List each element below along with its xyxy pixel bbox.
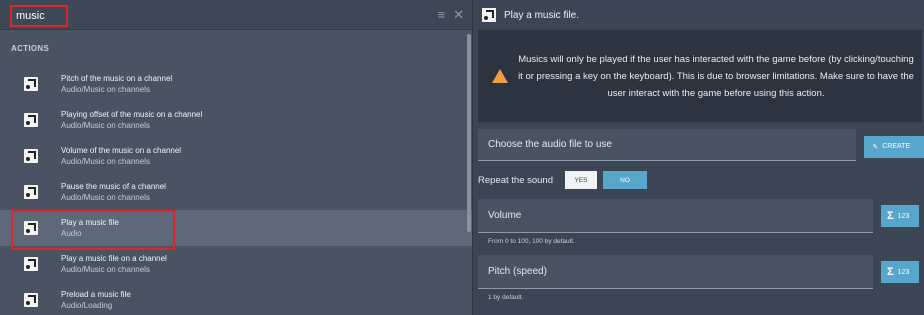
- parameters-panel: Play a music file. Musics will only be p…: [474, 0, 924, 315]
- list-item[interactable]: Pitch of the music on a channel Audio/Mu…: [0, 66, 472, 102]
- pitch-label: Pitch (speed): [488, 266, 547, 277]
- music-note-icon: [24, 113, 38, 127]
- music-note-icon: [24, 293, 38, 307]
- music-note-icon: [24, 149, 38, 163]
- warning-text: Musics will only be played if the user h…: [518, 53, 914, 99]
- warning-icon: [492, 69, 508, 83]
- list-item[interactable]: Preload a music file Audio/Loading: [0, 282, 472, 315]
- item-category: Audio/Music on channels: [61, 85, 150, 94]
- music-note-icon: [24, 185, 38, 199]
- create-label: CREATE: [882, 143, 911, 150]
- list-item[interactable]: Volume of the music on a channel Audio/M…: [0, 138, 472, 174]
- item-category: Audio: [61, 229, 82, 238]
- scrollbar[interactable]: [467, 34, 471, 232]
- list-item[interactable]: Pause the music of a channel Audio/Music…: [0, 174, 472, 210]
- item-title: Preload a music file: [61, 290, 131, 299]
- music-note-icon: [24, 221, 38, 235]
- item-category: Audio/Music on channels: [61, 121, 150, 130]
- pencil-icon: ✎: [872, 143, 879, 151]
- music-note-icon: [482, 8, 496, 22]
- expression-label: 123: [897, 212, 910, 220]
- volume-expression-button[interactable]: Σ 123: [881, 205, 919, 227]
- audio-file-field[interactable]: Choose the audio file to use: [478, 129, 857, 161]
- section-title: ACTIONS: [11, 44, 50, 53]
- pitch-field[interactable]: Pitch (speed): [478, 255, 873, 289]
- volume-help: From 0 to 100, 100 by default.: [488, 238, 575, 245]
- item-title: Playing offset of the music on a channel: [61, 110, 203, 119]
- item-category: Audio/Music on channels: [61, 265, 150, 274]
- search-tools: ≡ ✕: [438, 7, 465, 23]
- audio-file-placeholder: Choose the audio file to use: [488, 139, 612, 150]
- actions-list: Pitch of the music on a channel Audio/Mu…: [0, 66, 472, 315]
- pitch-help: 1 by default.: [488, 294, 524, 301]
- yes-button[interactable]: YES: [565, 171, 598, 189]
- search-bar: ≡ ✕: [0, 0, 472, 30]
- list-item[interactable]: Play a music file on a channel Audio/Mus…: [0, 246, 472, 282]
- expression-label: 123: [897, 268, 910, 276]
- item-title: Pause the music of a channel: [61, 182, 166, 191]
- sigma-icon: Σ: [887, 210, 894, 222]
- panel-header: Play a music file.: [474, 0, 924, 30]
- warning-box: Musics will only be played if the user h…: [478, 30, 922, 122]
- sigma-icon: Σ: [887, 266, 894, 278]
- music-note-icon: [24, 77, 38, 91]
- item-category: Audio/Loading: [61, 301, 113, 310]
- list-item-selected[interactable]: Play a music file Audio: [0, 210, 472, 250]
- item-title: Play a music file on a channel: [61, 254, 167, 263]
- instruction-list-panel: ≡ ✕ ACTIONS Pitch of the music on a chan…: [0, 0, 473, 315]
- item-title: Volume of the music on a channel: [61, 146, 182, 155]
- repeat-label: Repeat the sound: [478, 174, 554, 186]
- music-note-icon: [24, 257, 38, 271]
- item-title: Pitch of the music on a channel: [61, 74, 173, 83]
- list-item[interactable]: Playing offset of the music on a channel…: [0, 102, 472, 138]
- pitch-expression-button[interactable]: Σ 123: [881, 261, 919, 283]
- action-title: Play a music file.: [504, 9, 580, 21]
- repeat-row: Repeat the sound YES NO: [474, 171, 924, 189]
- search-input[interactable]: [10, 5, 68, 27]
- create-button[interactable]: ✎ CREATE: [864, 135, 924, 158]
- item-title: Play a music file: [61, 218, 119, 227]
- filter-icon[interactable]: ≡: [438, 7, 446, 23]
- volume-field[interactable]: Volume: [478, 199, 873, 233]
- no-button[interactable]: NO: [603, 171, 648, 189]
- item-category: Audio/Music on channels: [61, 193, 150, 202]
- item-category: Audio/Music on channels: [61, 157, 150, 166]
- clear-search-icon[interactable]: ✕: [453, 7, 464, 23]
- volume-label: Volume: [488, 210, 522, 221]
